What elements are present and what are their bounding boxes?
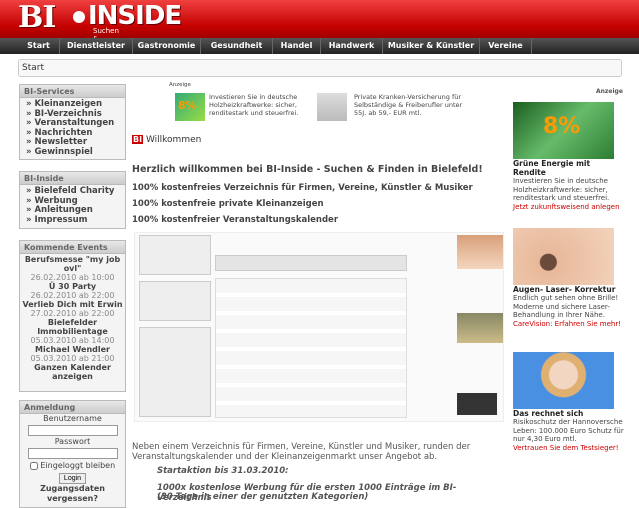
bi-badge: BI [132, 135, 144, 144]
ad1-text[interactable]: Investieren Sie in deutsche Holzheizkraf… [209, 93, 301, 117]
site-header: BI INSIDE Suchen & Finden in Bielefeld [0, 0, 639, 67]
event-title[interactable]: Michael Wendler [21, 345, 124, 354]
ad-promo-laser: Augen- Laser- Korrektur Endlich gut sehe… [513, 228, 625, 328]
biinside-box: BI-Inside Bielefeld Charity Werbung Anle… [19, 171, 126, 229]
login-button[interactable]: Login [58, 473, 87, 484]
remember-label: Eingeloggt bleiben [40, 461, 116, 470]
ad-promo-energy: 8% Grüne Energie mit Rendite Investieren… [513, 102, 625, 211]
offer-note: (30 Tage in einer der genutzten Kategori… [157, 492, 369, 502]
site-preview-image [134, 232, 504, 422]
services-box: BI-Services Kleinanzeigen BI-Verzeichnis… [19, 84, 126, 160]
ad-label: Anzeige [169, 82, 191, 88]
remember-checkbox[interactable] [29, 461, 38, 470]
feature-verzeichnis: 100% kostenfreies Verzeichnis für Firmen… [132, 183, 473, 193]
promo-energy-image[interactable]: 8% [513, 102, 614, 159]
promo-energy-badge: 8% [543, 114, 581, 139]
promo-energy-link[interactable]: Jetzt zukunftsweisend anlegen [513, 203, 625, 211]
nav-gastronomie[interactable]: Gastronomie [133, 38, 201, 54]
username-label: Benutzername [43, 414, 102, 423]
nav-gesundheit[interactable]: Gesundheit [201, 38, 273, 54]
event-date: 26.02.2010 ab 22:00 [30, 291, 115, 300]
nav-handwerk[interactable]: Handwerk [321, 38, 383, 54]
event-date: 26.02.2010 ab 10:00 [30, 273, 115, 282]
event-date: 05.03.2010 ab 21:00 [30, 354, 115, 363]
menu-impressum[interactable]: Impressum [26, 215, 125, 226]
ad1-image[interactable]: 8% [175, 93, 205, 121]
ad2-image[interactable] [317, 93, 347, 121]
feature-kleinanzeigen: 100% kostenfreie private Kleinanzeigen [132, 199, 324, 209]
willkommen-heading: BI Willkommen [132, 135, 201, 145]
ad1-badge: 8% [178, 99, 197, 112]
services-title: BI-Services [20, 85, 125, 98]
event-title[interactable]: Ü 30 Party [21, 282, 124, 291]
login-title: Anmeldung [20, 401, 125, 414]
events-box: Kommende Events Berufsmesse "my job ovl"… [19, 240, 126, 392]
event-date: 05.03.2010 ab 14:00 [30, 336, 115, 345]
promo-insurance-text: Risikoschutz der Hannoversche Leben: 100… [513, 418, 624, 443]
ad2-text[interactable]: Privatе Kranken-Versicherung für Selbstä… [354, 93, 464, 117]
nav-start[interactable]: Start [18, 38, 60, 54]
events-title: Kommende Events [20, 241, 125, 254]
promo-energy-title[interactable]: Grüne Energie mit Rendite [513, 159, 625, 177]
calendar-link[interactable]: Ganzen Kalender anzeigen [21, 363, 124, 381]
login-box: Anmeldung Benutzername Passwort Eingelog… [19, 400, 126, 508]
promo-insurance-title[interactable]: Das rechnet sich [513, 409, 625, 418]
ad-label-right: Anzeige [596, 88, 623, 95]
ad-promo-insurance: Das rechnet sich Risikoschutz der Hannov… [513, 352, 625, 452]
event-date: 27.02.2010 ab 22:00 [30, 309, 115, 318]
biinside-title: BI-Inside [20, 172, 125, 185]
main-nav: Start Dienstleister Gastronomie Gesundhe… [0, 38, 639, 54]
feature-kalender: 100% kostenfreier Veranstaltungskalender [132, 215, 339, 225]
logo-dot [73, 11, 85, 23]
event-title[interactable]: Berufsmesse "my job ovl" [21, 255, 124, 273]
main-content: Anzeige 8% Investieren Sie in deutsche H… [132, 80, 507, 508]
nav-vereine[interactable]: Vereine [480, 38, 532, 54]
intro-paragraph: Neben einem Verzeichnis für Firmen, Vere… [132, 442, 471, 462]
nav-dienstleister[interactable]: Dienstleister [60, 38, 133, 54]
password-input[interactable] [27, 448, 118, 459]
logo-bi: BI [18, 0, 56, 35]
event-title[interactable]: Bielefelder Immobilientage [21, 318, 124, 336]
menu-gewinnspiel[interactable]: Gewinnspiel [26, 147, 125, 158]
promo-energy-text: Investieren Sie in deutsche Holzheizkraf… [513, 177, 610, 202]
event-title[interactable]: Verlieb Dich mit Erwin [21, 300, 124, 309]
nav-handel[interactable]: Handel [273, 38, 321, 54]
promo-laser-link[interactable]: CareVision: Erfahren Sie mehr! [513, 320, 625, 328]
promo-insurance-image[interactable] [513, 352, 614, 409]
startaktion-heading: Startaktion bis 31.03.2010: [157, 466, 289, 476]
welcome-heading: Herzlich willkommen bei BI-Inside - Such… [132, 164, 483, 175]
forgot-link[interactable]: Zugangsdaten vergessen? [20, 484, 125, 504]
breadcrumb[interactable]: Start [18, 59, 622, 77]
nav-musiker[interactable]: Musiker & Künstler [383, 38, 480, 54]
promo-insurance-link[interactable]: Vertrauen Sie dem Testsieger! [513, 444, 625, 452]
username-input[interactable] [27, 425, 118, 436]
promo-laser-image[interactable] [513, 228, 614, 285]
password-label: Passwort [54, 437, 91, 446]
promo-laser-title[interactable]: Augen- Laser- Korrektur [513, 285, 625, 294]
promo-laser-text: Endlich gut sehen ohne Brille! Moderne u… [513, 294, 619, 319]
willkommen-text: Willkommen [145, 135, 202, 145]
